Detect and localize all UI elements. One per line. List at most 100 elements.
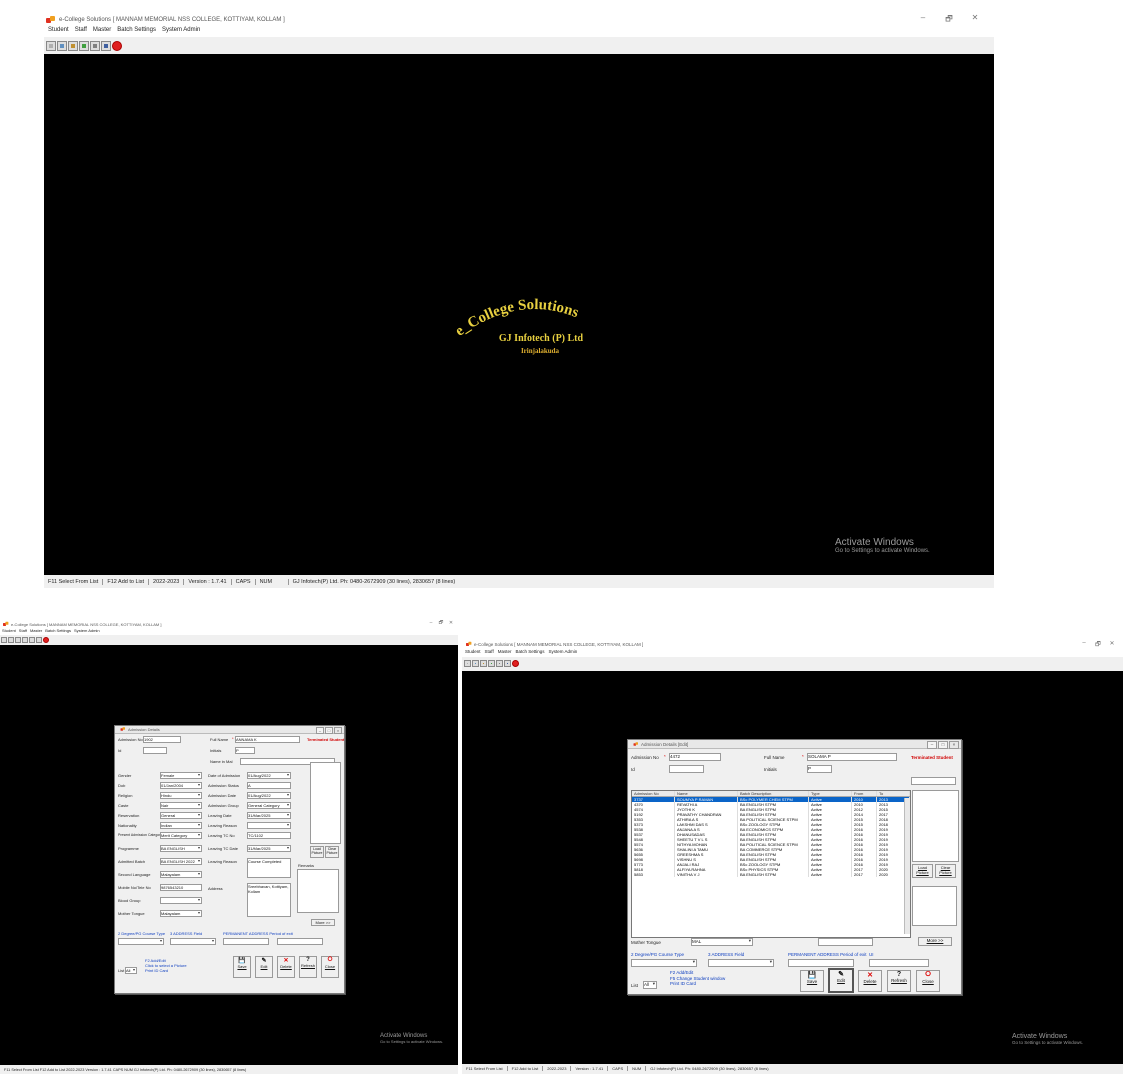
toolbar-exit-icon[interactable] <box>43 636 49 643</box>
menu-system-admin[interactable]: System Admin <box>74 628 100 635</box>
religion-select[interactable]: Hindu <box>160 792 202 799</box>
tc-date-field[interactable]: 31/Mar/2025 <box>247 845 291 852</box>
menu-master[interactable]: Master <box>30 628 42 635</box>
list-select[interactable]: All <box>125 967 137 974</box>
toolbar-tool-3-icon[interactable] <box>68 40 78 51</box>
menu-system-admin[interactable]: System Admin <box>549 649 578 657</box>
toolbar-tool-5-icon[interactable] <box>29 636 35 643</box>
dialog-maximize-icon[interactable]: □ <box>325 727 333 734</box>
initials-field[interactable]: P <box>807 765 832 773</box>
grid-scrollbar[interactable] <box>904 798 910 934</box>
edit-button[interactable]: ✎ Edit <box>255 956 273 978</box>
close-icon[interactable]: ✕ <box>446 620 456 628</box>
tc-no-field[interactable]: TC/1102 <box>247 832 291 839</box>
nationality-select[interactable]: Indian <box>160 822 202 829</box>
save-button[interactable]: 💾 Save <box>233 956 251 978</box>
edit-button[interactable]: ✎ Edit <box>828 968 854 993</box>
photo-box[interactable] <box>310 762 341 844</box>
admission-group-select[interactable]: General Category <box>247 802 291 809</box>
minimize-icon[interactable]: – <box>426 620 436 628</box>
menu-batch-settings[interactable]: Batch Settings <box>515 649 544 657</box>
initials-field[interactable]: P <box>235 747 255 754</box>
restore-icon[interactable]: 🗗 <box>936 13 962 27</box>
toolbar-tool-2-icon[interactable] <box>8 636 14 643</box>
leaving-date-field[interactable]: 31/Mar/2025 <box>247 812 291 819</box>
menu-staff[interactable]: Staff <box>75 27 87 37</box>
toolbar-tool-1-icon[interactable] <box>1 636 7 643</box>
dob-field[interactable]: 01/Jan/2004 <box>160 782 202 789</box>
delete-button[interactable]: ✕ Delete <box>277 956 295 978</box>
clear-picture-button[interactable]: Clear Picture <box>325 846 339 858</box>
course-type-select[interactable] <box>631 959 697 967</box>
menu-student[interactable]: Student <box>465 649 481 657</box>
date-of-admission-field[interactable]: 01/Aug/2022 <box>247 772 291 779</box>
admission-no-field[interactable]: 1902 <box>143 736 181 743</box>
dialog-minimize-icon[interactable]: – <box>927 741 937 749</box>
remarks-field[interactable] <box>912 886 957 926</box>
save-button[interactable]: 💾 Save <box>800 970 824 992</box>
more-button[interactable]: More >> <box>311 919 335 926</box>
full-name-field[interactable]: SOLAMA P <box>807 753 897 761</box>
menu-master[interactable]: Master <box>93 27 111 37</box>
address-field-select[interactable] <box>170 938 216 945</box>
clear-picture-button[interactable]: Clear Picture <box>935 864 956 878</box>
dialog-maximize-icon[interactable]: □ <box>938 741 948 749</box>
admission-status-field[interactable]: A <box>247 782 291 789</box>
close-button[interactable]: ⭘ Close <box>916 970 940 992</box>
extra-field[interactable] <box>277 938 323 945</box>
name-extra-field[interactable] <box>911 777 956 785</box>
menu-staff[interactable]: Staff <box>19 628 27 635</box>
leaving-reason2-field[interactable]: Course Completed <box>247 858 291 878</box>
toolbar-exit-icon[interactable] <box>112 40 122 51</box>
delete-button[interactable]: ✕ Delete <box>858 970 882 992</box>
period-of-exit-field[interactable] <box>788 959 854 967</box>
id-field[interactable] <box>669 765 704 773</box>
refresh-button[interactable]: ? Refresh <box>299 956 317 978</box>
leaving-reason-field[interactable] <box>247 822 291 829</box>
toolbar-tool-6-icon[interactable] <box>101 40 111 51</box>
dialog-close-icon[interactable]: × <box>334 727 342 734</box>
admission-category-select[interactable]: Merit Category <box>160 832 202 839</box>
restore-icon[interactable]: 🗗 <box>436 620 446 628</box>
menu-system-admin[interactable]: System Admin <box>162 27 200 37</box>
toolbar-tool-6-icon[interactable] <box>36 636 42 643</box>
address-field[interactable]: Sreebhavan, Kottiyam, Kollam <box>247 883 291 917</box>
dialog-minimize-icon[interactable]: – <box>316 727 324 734</box>
toolbar-tool-5-icon[interactable] <box>496 660 503 667</box>
toolbar-tool-6-icon[interactable] <box>504 660 511 667</box>
admission-no-field[interactable]: 4472 <box>669 753 721 761</box>
caste-select[interactable]: Nair <box>160 802 202 809</box>
second-language-select[interactable]: Malayalam <box>160 871 202 878</box>
menu-student[interactable]: Student <box>48 27 69 37</box>
full-name-field[interactable]: ANNAMA K <box>235 736 300 743</box>
menu-batch-settings[interactable]: Batch Settings <box>45 628 71 635</box>
mother-tongue-select[interactable]: MAL <box>691 938 753 946</box>
menu-student[interactable]: Student <box>2 628 16 635</box>
programme-select[interactable]: BA ENGLISH <box>160 845 202 852</box>
toolbar-tool-3-icon[interactable] <box>480 660 487 667</box>
blood-group-select[interactable] <box>160 897 202 904</box>
extra-field-2[interactable] <box>818 938 873 946</box>
toolbar-tool-5-icon[interactable] <box>90 40 100 51</box>
dialog-close-icon[interactable]: × <box>949 741 959 749</box>
load-picture-button[interactable]: Load Picture <box>310 846 324 858</box>
menu-staff[interactable]: Staff <box>485 649 494 657</box>
admission-date-field[interactable]: 01/Aug/2022 <box>247 792 291 799</box>
menu-batch-settings[interactable]: Batch Settings <box>117 27 156 37</box>
toolbar-tool-2-icon[interactable] <box>57 40 67 51</box>
minimize-icon[interactable]: – <box>910 13 936 27</box>
period-of-exit-field[interactable] <box>223 938 269 945</box>
toolbar-tool-3-icon[interactable] <box>15 636 21 643</box>
toolbar-tool-1-icon[interactable] <box>46 40 56 51</box>
admitted-batch-select[interactable]: BA ENGLISH 2022 <box>160 858 202 865</box>
close-button[interactable]: ⭘ Close <box>321 956 339 978</box>
photo-box[interactable] <box>912 790 959 862</box>
toolbar-tool-2-icon[interactable] <box>472 660 479 667</box>
mobile-field[interactable]: 9876543210 <box>160 884 202 891</box>
close-icon[interactable]: ✕ <box>962 13 988 27</box>
remarks-field[interactable] <box>297 869 339 913</box>
address-field-select[interactable] <box>708 959 774 967</box>
gender-select[interactable]: Female <box>160 772 202 779</box>
id-field[interactable] <box>143 747 167 754</box>
toolbar-exit-icon[interactable] <box>512 660 519 667</box>
